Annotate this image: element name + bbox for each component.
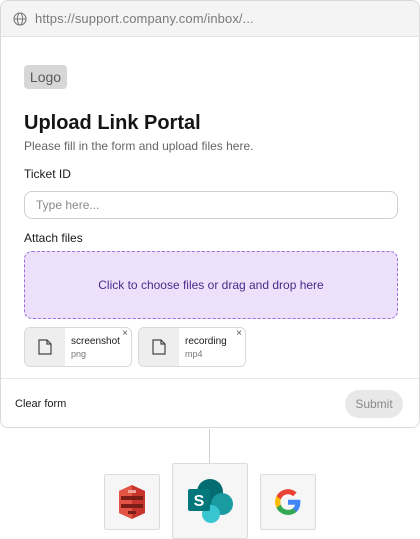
connector-line	[209, 429, 210, 464]
submit-button[interactable]: Submit	[345, 390, 403, 418]
file-name: recording	[185, 336, 227, 347]
remove-file-icon[interactable]: ×	[122, 329, 128, 339]
svg-text:S: S	[194, 493, 205, 510]
file-type: png	[71, 349, 87, 359]
attached-file-card: recording mp4 ×	[138, 327, 246, 367]
file-name: screenshot	[71, 336, 120, 347]
address-bar[interactable]: https://support.company.com/inbox/...	[1, 1, 419, 37]
aws-s3-icon	[119, 485, 145, 519]
page-title: Upload Link Portal	[24, 112, 201, 134]
file-dropzone[interactable]: Click to choose files or drag and drop h…	[24, 251, 398, 319]
form-footer: Clear form Submit	[1, 378, 419, 427]
remove-file-icon[interactable]: ×	[236, 329, 242, 339]
portal-window: https://support.company.com/inbox/... Lo…	[0, 0, 420, 428]
attached-file-card: screenshot png ×	[24, 327, 132, 367]
page-subtitle: Please fill in the form and upload files…	[24, 139, 254, 153]
ticket-id-input[interactable]	[24, 191, 398, 219]
google-icon	[275, 489, 301, 515]
url-text[interactable]: https://support.company.com/inbox/...	[35, 11, 254, 26]
clear-form-button[interactable]: Clear form	[15, 398, 66, 410]
globe-icon	[13, 11, 27, 26]
sharepoint-icon: S	[188, 479, 233, 523]
file-thumbnail	[139, 328, 179, 366]
ticket-id-label: Ticket ID	[24, 167, 71, 181]
integration-sharepoint[interactable]: S	[172, 463, 248, 539]
file-icon	[152, 339, 166, 355]
file-thumbnail	[25, 328, 65, 366]
attach-files-label: Attach files	[24, 231, 83, 245]
file-icon	[38, 339, 52, 355]
integration-aws-s3[interactable]	[104, 474, 160, 530]
logo-placeholder: Logo	[24, 65, 67, 89]
dropzone-text: Click to choose files or drag and drop h…	[98, 278, 324, 292]
file-type: mp4	[185, 349, 203, 359]
integration-google[interactable]	[260, 474, 316, 530]
